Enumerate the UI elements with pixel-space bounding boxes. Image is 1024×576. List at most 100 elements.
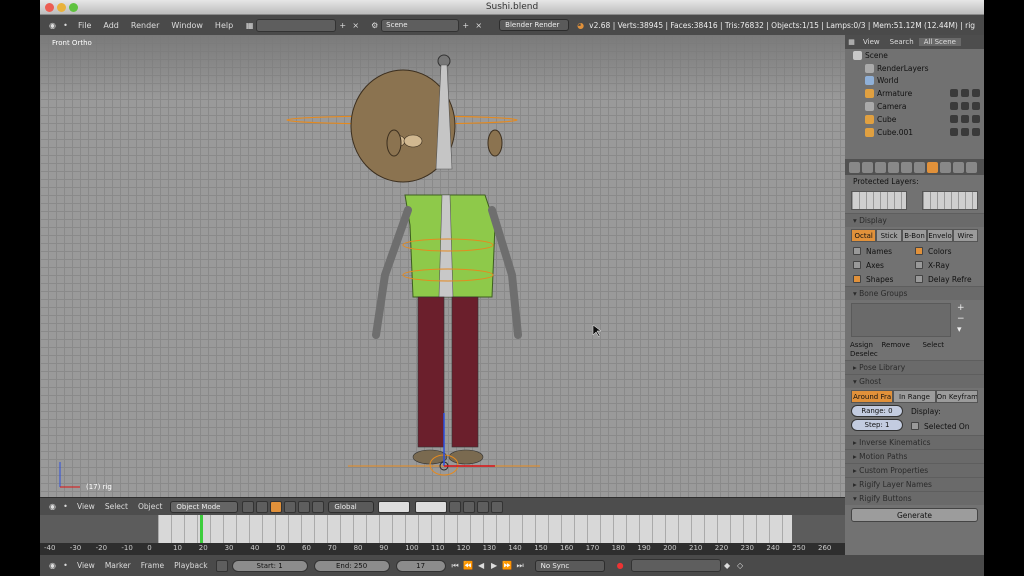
- current-frame-field[interactable]: 17: [395, 559, 446, 572]
- menu-marker[interactable]: Marker: [100, 561, 136, 570]
- display-mode-bbone[interactable]: B-Bon: [901, 229, 928, 242]
- remove-screen-icon[interactable]: ×: [349, 19, 362, 32]
- outliner-row[interactable]: Armature: [845, 87, 984, 100]
- colors-checkbox[interactable]: Colors: [907, 244, 977, 258]
- custom-properties-panel-header[interactable]: ▸ Custom Properties: [845, 463, 984, 477]
- outliner-tab-view[interactable]: View: [858, 38, 885, 46]
- constraints-tab-icon[interactable]: [901, 161, 912, 173]
- delete-keyframe-icon[interactable]: ◇: [734, 559, 747, 572]
- ghost-in-range[interactable]: In Range: [893, 390, 936, 403]
- menu-help[interactable]: Help: [209, 21, 239, 30]
- remove-button[interactable]: Remove: [878, 341, 912, 349]
- bone-constraints-tab-icon[interactable]: [953, 161, 964, 173]
- ik-panel-header[interactable]: ▸ Inverse Kinematics: [845, 435, 984, 449]
- camera-render-icon[interactable]: [972, 102, 980, 111]
- menu-object[interactable]: Object: [133, 502, 167, 511]
- preview-range-icon[interactable]: [215, 559, 228, 572]
- generate-button[interactable]: Generate: [851, 508, 978, 522]
- character-rig[interactable]: [40, 35, 845, 497]
- armature-data-tab-icon[interactable]: [927, 161, 938, 173]
- outliner-row[interactable]: Cube.001: [845, 126, 984, 139]
- visibility-toggles[interactable]: [950, 102, 980, 111]
- timeline-track[interactable]: [158, 515, 792, 543]
- start-frame-field[interactable]: Start: 1: [231, 559, 308, 572]
- xray-checkbox[interactable]: X-Ray: [907, 258, 977, 272]
- manipulator-icon[interactable]: [270, 500, 283, 513]
- jump-end-icon[interactable]: ⏭: [514, 559, 527, 572]
- outliner-tab-search[interactable]: Search: [885, 38, 919, 46]
- editor-type-icon[interactable]: ▦: [845, 36, 858, 49]
- select-button[interactable]: Select: [919, 341, 947, 349]
- cursor-icon[interactable]: [961, 114, 969, 123]
- rotate-icon[interactable]: [298, 500, 311, 513]
- camera-render-icon[interactable]: [972, 114, 980, 123]
- menu-playback[interactable]: Playback: [169, 561, 212, 570]
- visibility-toggles[interactable]: [950, 127, 980, 136]
- keying-set-field[interactable]: [630, 559, 721, 572]
- cursor-icon[interactable]: [961, 89, 969, 98]
- scene-icon[interactable]: ⚙: [368, 19, 381, 32]
- cursor-icon[interactable]: [961, 102, 969, 111]
- delay-refresh-checkbox[interactable]: Delay Refre: [907, 272, 977, 286]
- timeline-playhead[interactable]: [200, 515, 203, 543]
- timeline[interactable]: [40, 515, 845, 543]
- display-mode-octal[interactable]: Octal: [851, 229, 877, 242]
- 3d-viewport[interactable]: Front Ortho (17) rig: [40, 35, 845, 497]
- eye-icon[interactable]: [950, 127, 958, 136]
- scene-field[interactable]: Scene: [381, 18, 460, 32]
- jump-start-icon[interactable]: ⏮: [449, 559, 462, 572]
- snap-icon[interactable]: [477, 500, 490, 513]
- world-tab-icon[interactable]: [875, 161, 886, 173]
- ghost-range-field[interactable]: Range: 0: [851, 405, 903, 417]
- outliner-row[interactable]: RenderLayers: [845, 62, 984, 75]
- menu-add[interactable]: Add: [97, 21, 125, 30]
- remove-scene-icon[interactable]: ×: [472, 19, 485, 32]
- cursor-icon[interactable]: [961, 127, 969, 136]
- menu-render[interactable]: Render: [125, 21, 165, 30]
- editor-type-icon[interactable]: ◉: [46, 500, 59, 513]
- ghost-around-frame[interactable]: Around Fra: [851, 390, 894, 403]
- rigify-buttons-panel-header[interactable]: ▾ Rigify Buttons: [845, 491, 984, 505]
- selected-only-checkbox[interactable]: Selected On: [911, 419, 970, 433]
- names-checkbox[interactable]: Names: [845, 244, 907, 258]
- outliner-row[interactable]: Camera: [845, 100, 984, 113]
- outliner-row[interactable]: Scene: [845, 49, 984, 62]
- proportional-edit-icon[interactable]: [463, 500, 476, 513]
- camera-render-icon[interactable]: [972, 127, 980, 136]
- display-mode-wire[interactable]: Wire: [952, 229, 979, 242]
- menu-frame[interactable]: Frame: [136, 561, 169, 570]
- menu-view[interactable]: View: [72, 561, 100, 570]
- assign-button[interactable]: Assign: [847, 341, 876, 349]
- insert-keyframe-icon[interactable]: ◆: [721, 559, 734, 572]
- bone-groups-panel-header[interactable]: ▾ Bone Groups: [845, 286, 984, 300]
- end-frame-field[interactable]: End: 250: [313, 559, 390, 572]
- eye-icon[interactable]: [950, 89, 958, 98]
- display-panel-header[interactable]: ▾ Display: [845, 213, 984, 227]
- add-bone-group-icon[interactable]: +: [957, 303, 965, 314]
- add-scene-icon[interactable]: +: [459, 19, 472, 32]
- menu-view[interactable]: View: [72, 502, 100, 511]
- layers-icon[interactable]: [378, 500, 411, 513]
- visibility-toggles[interactable]: [950, 114, 980, 123]
- motion-paths-panel-header[interactable]: ▸ Motion Paths: [845, 449, 984, 463]
- collapse-menu-icon[interactable]: •: [59, 19, 72, 32]
- jump-keyframe-forward-icon[interactable]: ⏩: [501, 559, 514, 572]
- texture-tab-icon[interactable]: [966, 161, 977, 173]
- visibility-toggles[interactable]: [950, 89, 980, 98]
- deselect-button[interactable]: Deselec: [847, 350, 881, 358]
- layers-icon-2[interactable]: [415, 500, 448, 513]
- outliner-row[interactable]: World: [845, 75, 984, 88]
- camera-render-icon[interactable]: [972, 89, 980, 98]
- display-mode-stick[interactable]: Stick: [876, 229, 902, 242]
- ghost-step-field[interactable]: Step: 1: [851, 419, 903, 431]
- mode-select[interactable]: Object Mode: [170, 500, 239, 513]
- bone-group-menu-icon[interactable]: ▾: [957, 325, 965, 336]
- play-icon[interactable]: ▶: [488, 559, 501, 572]
- screen-layout-field[interactable]: [256, 18, 337, 32]
- eye-icon[interactable]: [950, 114, 958, 123]
- translate-icon[interactable]: [284, 500, 297, 513]
- menu-file[interactable]: File: [72, 21, 97, 30]
- object-tab-icon[interactable]: [888, 161, 899, 173]
- eye-icon[interactable]: [950, 102, 958, 111]
- collapse-menu-icon[interactable]: •: [59, 500, 72, 513]
